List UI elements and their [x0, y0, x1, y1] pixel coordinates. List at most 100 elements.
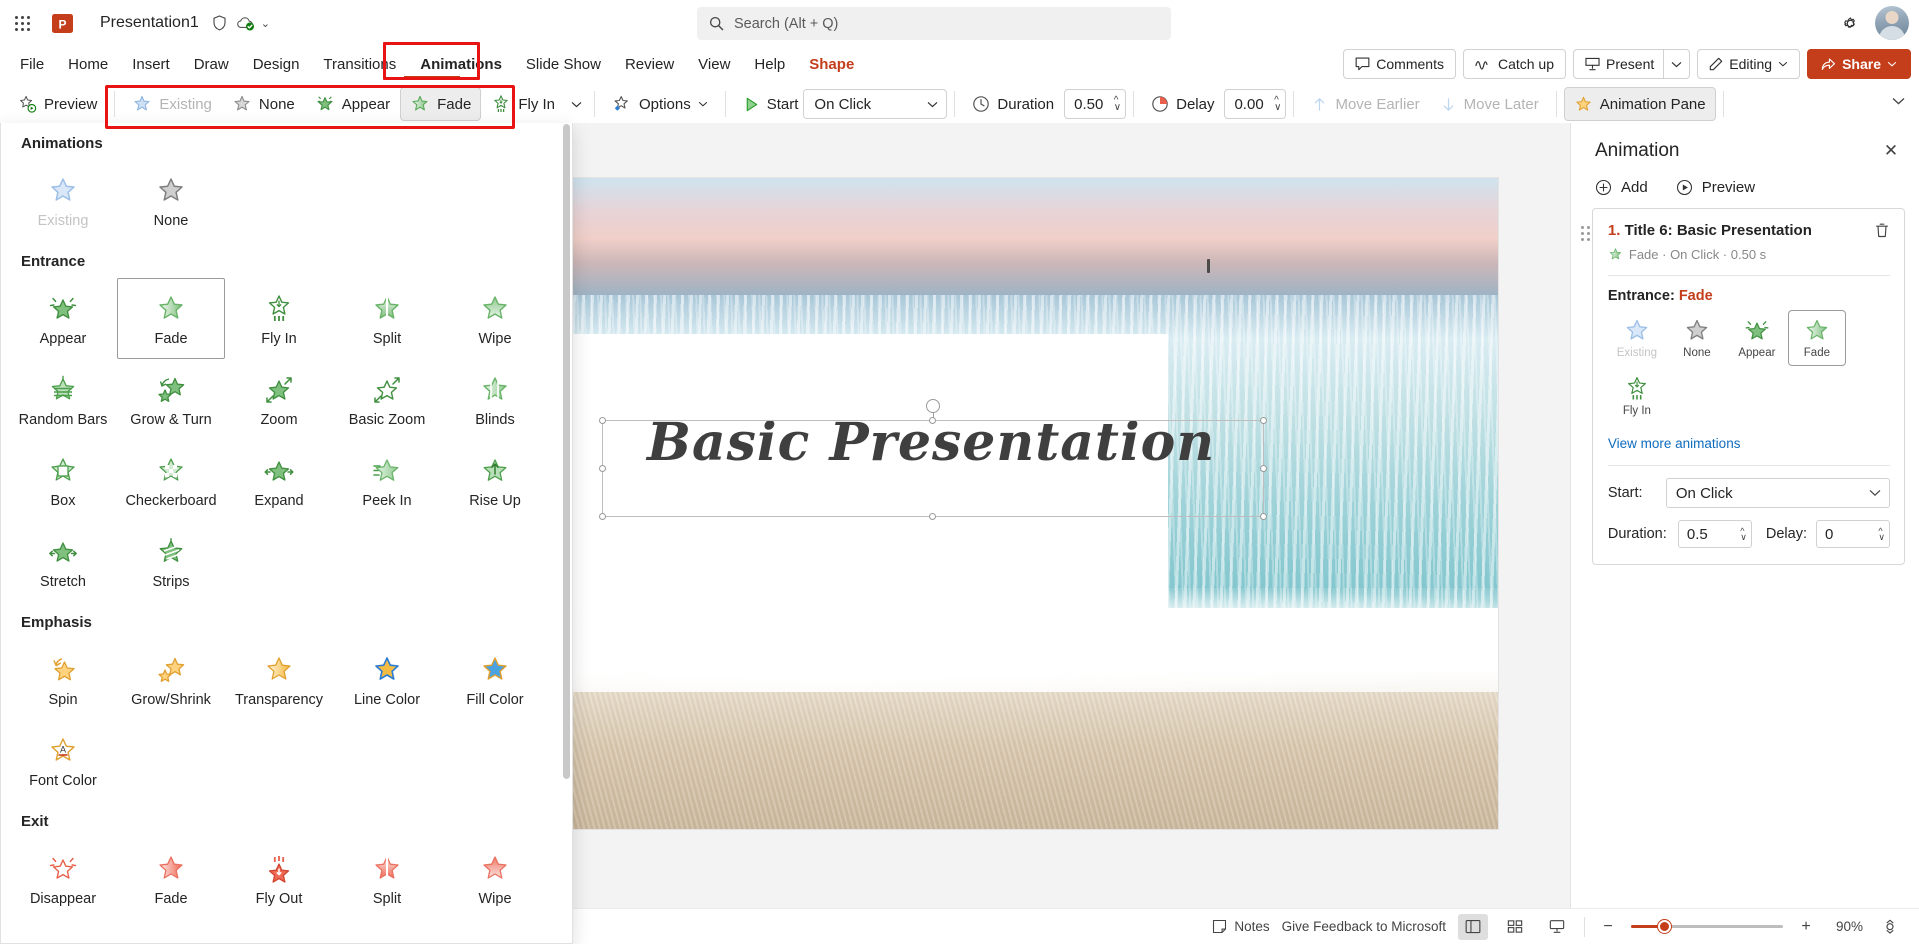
- slide-surface[interactable]: Basic Presentation: [573, 178, 1498, 829]
- title-chevron-down-icon[interactable]: ⌄: [261, 17, 270, 30]
- rotate-handle[interactable]: [926, 399, 940, 413]
- start-select[interactable]: On Click: [803, 89, 948, 119]
- gallery-item-exit-fade[interactable]: Fade: [117, 838, 225, 919]
- preview-animation-button[interactable]: Preview: [1676, 179, 1755, 196]
- menu-item-animations[interactable]: Animations: [408, 51, 514, 78]
- menu-item-transitions[interactable]: Transitions: [311, 51, 408, 78]
- zoom-slider[interactable]: [1631, 919, 1783, 935]
- delay-stepper[interactable]: 0.00 ^ ∨: [1224, 89, 1287, 119]
- move-earlier-button[interactable]: Move Earlier: [1301, 87, 1429, 121]
- slide-sorter-icon[interactable]: [1500, 914, 1530, 940]
- app-launcher-icon[interactable]: [0, 0, 44, 46]
- gallery-item-grow-and-turn[interactable]: Grow & Turn: [117, 359, 225, 440]
- duration-stepper-arrows[interactable]: ^ ∨: [1114, 96, 1121, 113]
- gallery-item-appear[interactable]: Appear: [9, 278, 117, 359]
- resize-handle-e[interactable]: [1260, 464, 1267, 472]
- pane-duration-arrows[interactable]: ^ ∨: [1740, 527, 1747, 542]
- gallery-item-transparency[interactable]: Transparency: [225, 639, 333, 720]
- quick-anim-existing[interactable]: Existing: [122, 87, 222, 121]
- gallery-item-random-bars[interactable]: Random Bars: [9, 359, 117, 440]
- add-animation-button[interactable]: Add: [1595, 179, 1648, 196]
- animation-pane-button[interactable]: Animation Pane: [1563, 87, 1716, 121]
- share-button[interactable]: Share: [1807, 49, 1911, 79]
- resize-handle-ne[interactable]: [1260, 417, 1267, 424]
- resize-handle-n[interactable]: [929, 417, 936, 424]
- search-box[interactable]: [697, 7, 1171, 40]
- pane-effect-none[interactable]: None: [1668, 310, 1726, 366]
- search-input[interactable]: [734, 15, 1159, 32]
- animation-gallery-more-chevron-down-icon[interactable]: [565, 87, 587, 121]
- gallery-item-fade[interactable]: Fade: [117, 278, 225, 359]
- gallery-item-font-color[interactable]: A Font Color: [9, 720, 117, 801]
- gallery-item-rise-up[interactable]: Rise Up: [441, 440, 549, 521]
- gallery-item-basic-zoom[interactable]: Basic Zoom: [333, 359, 441, 440]
- effect-options-button[interactable]: Options: [602, 87, 718, 121]
- drag-handle-icon[interactable]: [1579, 208, 1592, 241]
- resize-handle-nw[interactable]: [599, 417, 606, 424]
- gallery-item-grow-shrink[interactable]: Grow/Shrink: [117, 639, 225, 720]
- resize-handle-s[interactable]: [929, 513, 936, 520]
- present-dropdown-chevron-down-icon[interactable]: [1663, 49, 1691, 79]
- gallery-item-exit-split[interactable]: Split: [333, 838, 441, 919]
- gallery-item-blinds[interactable]: Blinds: [441, 359, 549, 440]
- present-button[interactable]: Present: [1573, 49, 1664, 79]
- gallery-item-strips[interactable]: Strips: [117, 521, 225, 602]
- fit-to-window-icon[interactable]: [1875, 914, 1905, 940]
- gallery-item-line-color[interactable]: Line Color: [333, 639, 441, 720]
- resize-handle-se[interactable]: [1260, 513, 1267, 520]
- gallery-item-fly-in[interactable]: Fly In: [225, 278, 333, 359]
- start-button[interactable]: Start: [733, 87, 804, 121]
- menu-item-design[interactable]: Design: [241, 51, 312, 78]
- comments-button[interactable]: Comments: [1343, 49, 1456, 79]
- delay-stepper-arrows[interactable]: ^ ∨: [1274, 96, 1281, 113]
- gallery-item-peek-in[interactable]: Peek In: [333, 440, 441, 521]
- duration-stepper[interactable]: 0.50 ^ ∨: [1064, 89, 1127, 119]
- pane-delay-arrows[interactable]: ^ ∨: [1878, 527, 1885, 542]
- menu-item-insert[interactable]: Insert: [120, 51, 182, 78]
- resize-handle-sw[interactable]: [599, 513, 606, 520]
- document-title[interactable]: Presentation1: [80, 14, 207, 32]
- cloud-saved-icon[interactable]: [233, 0, 259, 46]
- zoom-level[interactable]: 90%: [1829, 919, 1863, 934]
- zoom-knob[interactable]: [1658, 920, 1672, 933]
- pane-duration-stepper[interactable]: 0.5 ^ ∨: [1677, 520, 1752, 548]
- gallery-item-stretch[interactable]: Stretch: [9, 521, 117, 602]
- catch-up-button[interactable]: Catch up: [1462, 49, 1567, 79]
- pane-effect-existing[interactable]: Existing: [1608, 310, 1666, 366]
- gallery-item-fly-out[interactable]: Fly Out: [225, 838, 333, 919]
- menu-item-help[interactable]: Help: [742, 51, 797, 78]
- gallery-item-existing[interactable]: Existing: [9, 160, 117, 241]
- pane-effect-fly-in[interactable]: Fly In: [1608, 368, 1666, 424]
- menu-item-draw[interactable]: Draw: [182, 51, 241, 78]
- quick-anim-flyin[interactable]: Fly In: [481, 87, 565, 121]
- preview-button[interactable]: Preview: [8, 87, 107, 121]
- pane-delay-stepper[interactable]: 0 ^ ∨: [1816, 520, 1890, 548]
- avatar[interactable]: [1875, 6, 1909, 40]
- view-more-animations-link[interactable]: View more animations: [1608, 436, 1890, 451]
- move-later-button[interactable]: Move Later: [1430, 87, 1549, 121]
- animation-card[interactable]: 1. Title 6: Basic Presentation Fade · On…: [1591, 208, 1905, 565]
- pane-effect-appear[interactable]: Appear: [1728, 310, 1786, 366]
- quick-anim-none[interactable]: None: [222, 87, 305, 121]
- editing-button[interactable]: Editing: [1697, 49, 1801, 79]
- reading-view-icon[interactable]: [1542, 914, 1572, 940]
- quick-anim-fade[interactable]: Fade: [400, 87, 482, 121]
- gallery-item-expand[interactable]: Expand: [225, 440, 333, 521]
- feedback-button[interactable]: Give Feedback to Microsoft: [1282, 919, 1446, 934]
- normal-view-icon[interactable]: [1458, 913, 1488, 940]
- collapse-ribbon-chevron-down-icon[interactable]: [1892, 93, 1905, 108]
- menu-item-slide-show[interactable]: Slide Show: [514, 51, 613, 78]
- quick-anim-appear[interactable]: Appear: [305, 87, 400, 121]
- gallery-item-zoom[interactable]: Zoom: [225, 359, 333, 440]
- gallery-item-disappear[interactable]: Disappear: [9, 838, 117, 919]
- gallery-item-none[interactable]: None: [117, 160, 225, 241]
- close-icon[interactable]: ✕: [1877, 137, 1905, 165]
- gallery-item-exit-wipe[interactable]: Wipe: [441, 838, 549, 919]
- gallery-scrollbar[interactable]: [562, 124, 571, 942]
- title-placeholder-selection[interactable]: [599, 399, 1267, 520]
- gallery-item-box[interactable]: Box: [9, 440, 117, 521]
- shield-icon[interactable]: [207, 0, 233, 46]
- gallery-item-split[interactable]: Split: [333, 278, 441, 359]
- notes-button[interactable]: Notes: [1212, 919, 1270, 934]
- trash-icon[interactable]: [1874, 222, 1890, 243]
